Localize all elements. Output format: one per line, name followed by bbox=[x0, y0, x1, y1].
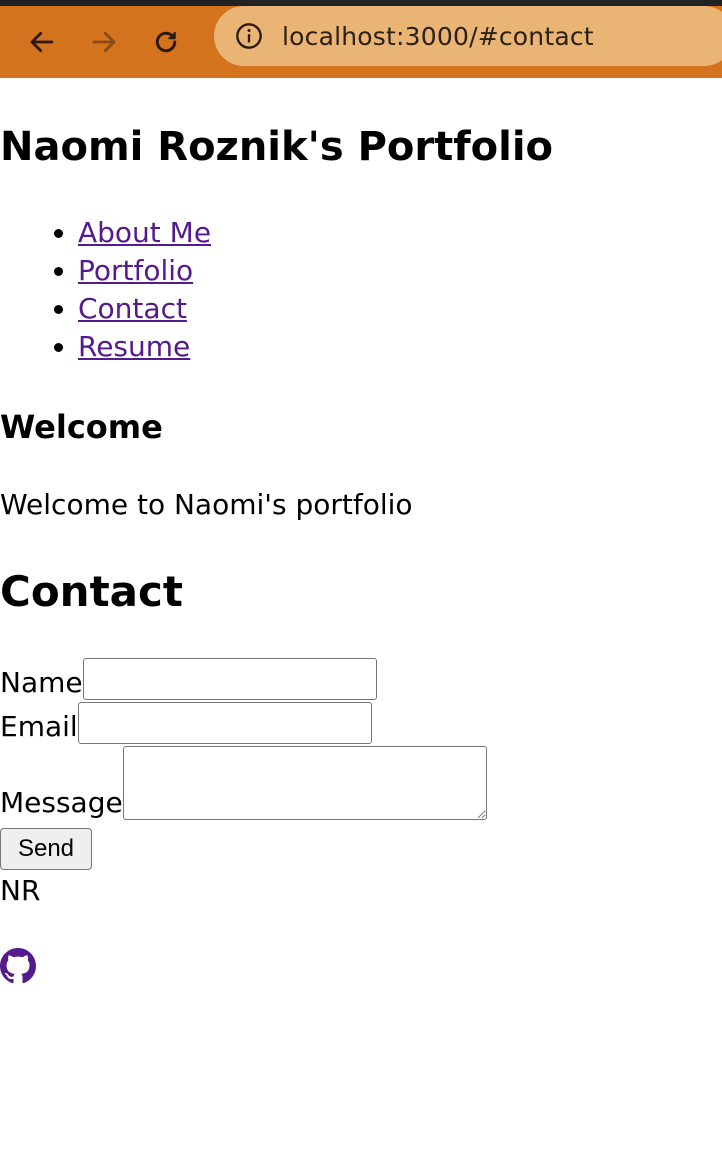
arrow-right-icon bbox=[92, 31, 116, 53]
main-nav: About Me Portfolio Contact Resume bbox=[0, 214, 211, 366]
arrow-left-icon bbox=[30, 31, 54, 53]
reload-button[interactable] bbox=[146, 22, 186, 62]
page-title: Naomi Roznik's Portfolio bbox=[0, 124, 554, 170]
welcome-heading: Welcome bbox=[0, 408, 163, 446]
name-label: Name bbox=[0, 666, 83, 699]
back-button[interactable] bbox=[22, 22, 62, 62]
nav-item-contact: Contact bbox=[78, 290, 211, 328]
message-label: Message bbox=[0, 786, 123, 819]
email-label: Email bbox=[0, 710, 78, 743]
name-input[interactable] bbox=[82, 658, 377, 700]
nav-item-resume: Resume bbox=[78, 328, 211, 366]
name-row: Name bbox=[0, 658, 377, 700]
reload-icon bbox=[155, 31, 177, 53]
contact-heading: Contact bbox=[0, 567, 183, 616]
email-row: Email bbox=[0, 702, 372, 744]
info-circle-icon[interactable] bbox=[234, 21, 264, 51]
message-row: Message bbox=[0, 746, 487, 820]
url-text[interactable]: localhost:3000/#contact bbox=[282, 22, 594, 51]
footer-initials: NR bbox=[0, 874, 41, 907]
github-icon bbox=[0, 948, 36, 984]
github-link[interactable] bbox=[0, 948, 36, 984]
send-button[interactable]: Send bbox=[0, 828, 92, 870]
nav-item-portfolio: Portfolio bbox=[78, 252, 211, 290]
forward-button[interactable] bbox=[84, 22, 124, 62]
nav-link-resume[interactable]: Resume bbox=[78, 330, 190, 363]
message-textarea[interactable] bbox=[122, 746, 487, 820]
nav-link-about[interactable]: About Me bbox=[78, 216, 211, 249]
nav-link-contact[interactable]: Contact bbox=[78, 292, 187, 325]
email-input[interactable] bbox=[77, 702, 372, 744]
welcome-text: Welcome to Naomi's portfolio bbox=[0, 488, 413, 521]
address-bar[interactable]: localhost:3000/#contact bbox=[214, 6, 722, 66]
nav-link-portfolio[interactable]: Portfolio bbox=[78, 254, 193, 287]
nav-item-about: About Me bbox=[78, 214, 211, 252]
